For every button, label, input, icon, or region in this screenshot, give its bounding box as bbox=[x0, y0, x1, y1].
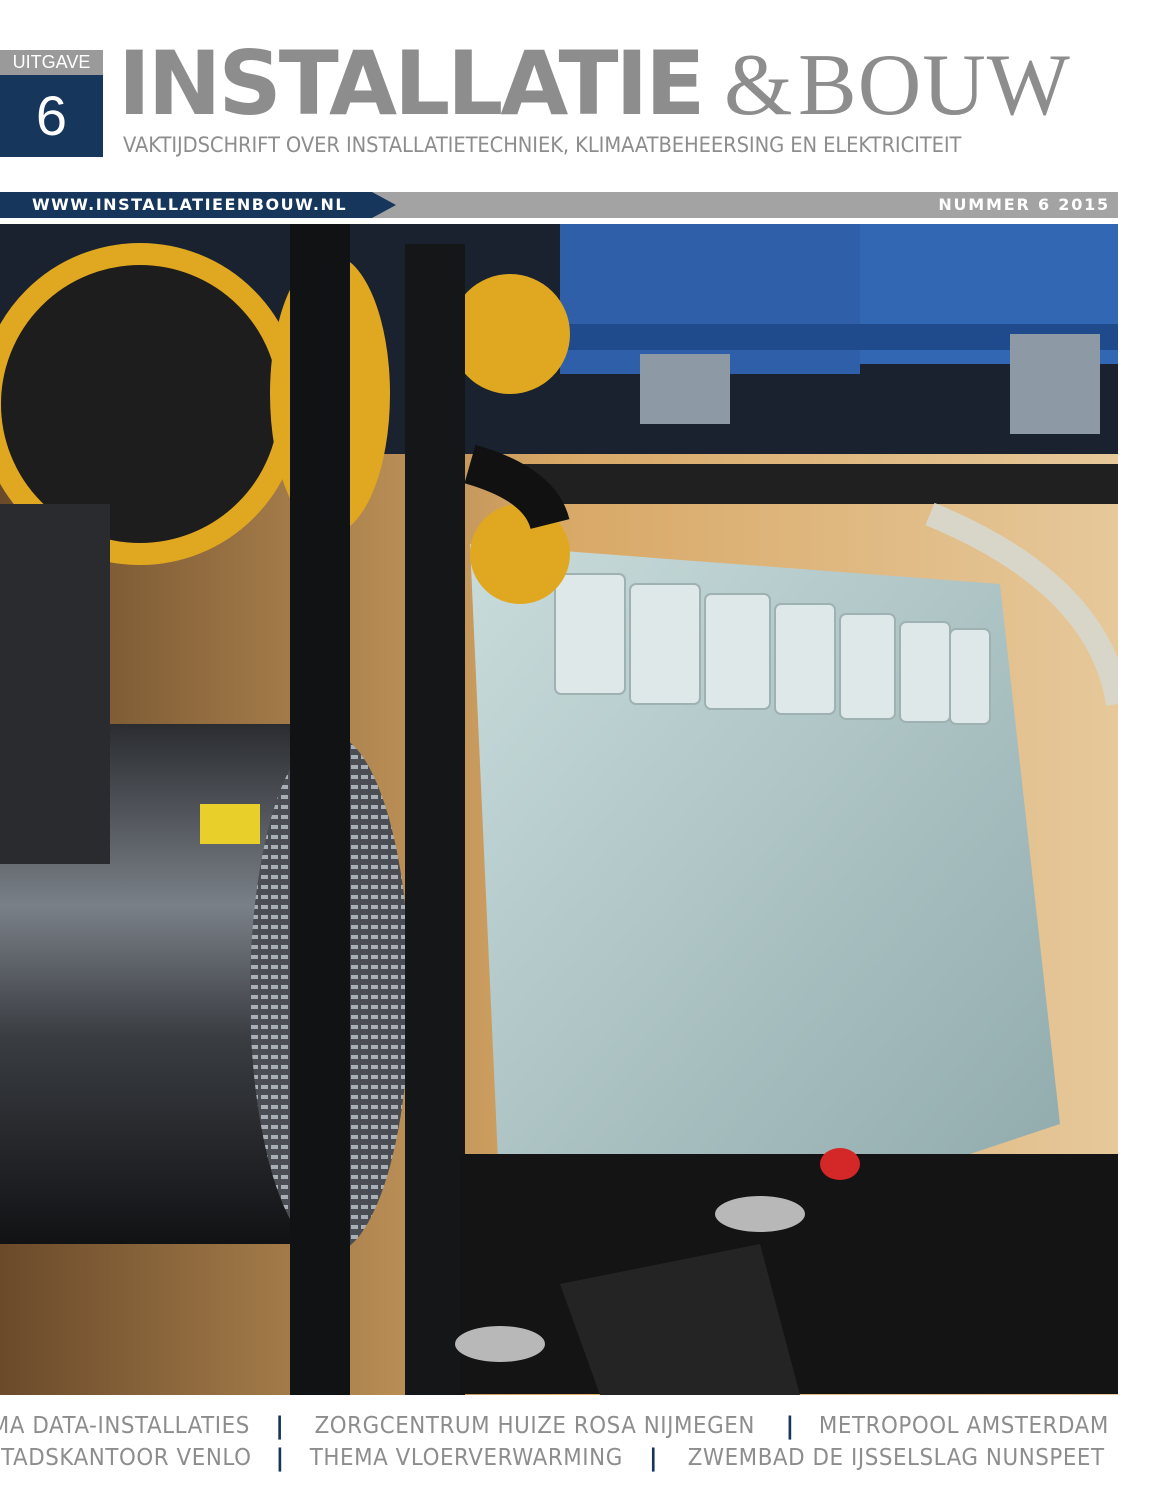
topics-row-2: STADSKANTOOR VENLO | THEMA VLOERVERWARMI… bbox=[0, 1442, 1120, 1474]
masthead-title-secondary: BOUW bbox=[798, 37, 1071, 134]
topics-row-1: THEMA DATA-INSTALLATIES | ZORGCENTRUM HU… bbox=[0, 1410, 1120, 1442]
topic-item: METROPOOL AMSTERDAM bbox=[819, 1413, 1110, 1439]
masthead-subtitle: VAKTIJDSCHRIFT OVER INSTALLATIETECHNIEK,… bbox=[123, 133, 962, 157]
url-bar[interactable]: WWW.INSTALLATIEENBOUW.NL bbox=[0, 192, 396, 218]
topic-separator: | bbox=[785, 1412, 795, 1440]
info-strip: WWW.INSTALLATIEENBOUW.NL NUMMER 6 2015 bbox=[0, 192, 1118, 218]
issue-badge: UITGAVE 6 bbox=[0, 50, 103, 157]
masthead-title-main: INSTALLATIE bbox=[118, 32, 705, 135]
topic-separator: | bbox=[648, 1444, 658, 1472]
topic-separator: | bbox=[275, 1444, 285, 1472]
edition-number: NUMMER 6 2015 bbox=[938, 195, 1110, 214]
issue-number: 6 bbox=[0, 75, 103, 157]
topic-item: ZWEMBAD DE IJSSELSLAG NUNSPEET bbox=[687, 1445, 1105, 1471]
topic-item: THEMA DATA-INSTALLATIES bbox=[0, 1413, 250, 1439]
topic-separator: | bbox=[275, 1412, 285, 1440]
masthead: INSTALLATIE & BOUW bbox=[118, 30, 1128, 135]
topic-item: THEMA VLOERVERWARMING bbox=[310, 1445, 624, 1471]
website-url[interactable]: WWW.INSTALLATIEENBOUW.NL bbox=[32, 192, 347, 218]
masthead-ampersand: & bbox=[724, 37, 793, 134]
generator-illustration bbox=[0, 224, 1118, 1395]
issue-label: UITGAVE bbox=[0, 50, 103, 75]
cover-photo bbox=[0, 224, 1118, 1395]
topic-item: ZORGCENTRUM HUIZE ROSA NIJMEGEN bbox=[314, 1413, 755, 1439]
topic-item: STADSKANTOOR VENLO bbox=[0, 1445, 252, 1471]
